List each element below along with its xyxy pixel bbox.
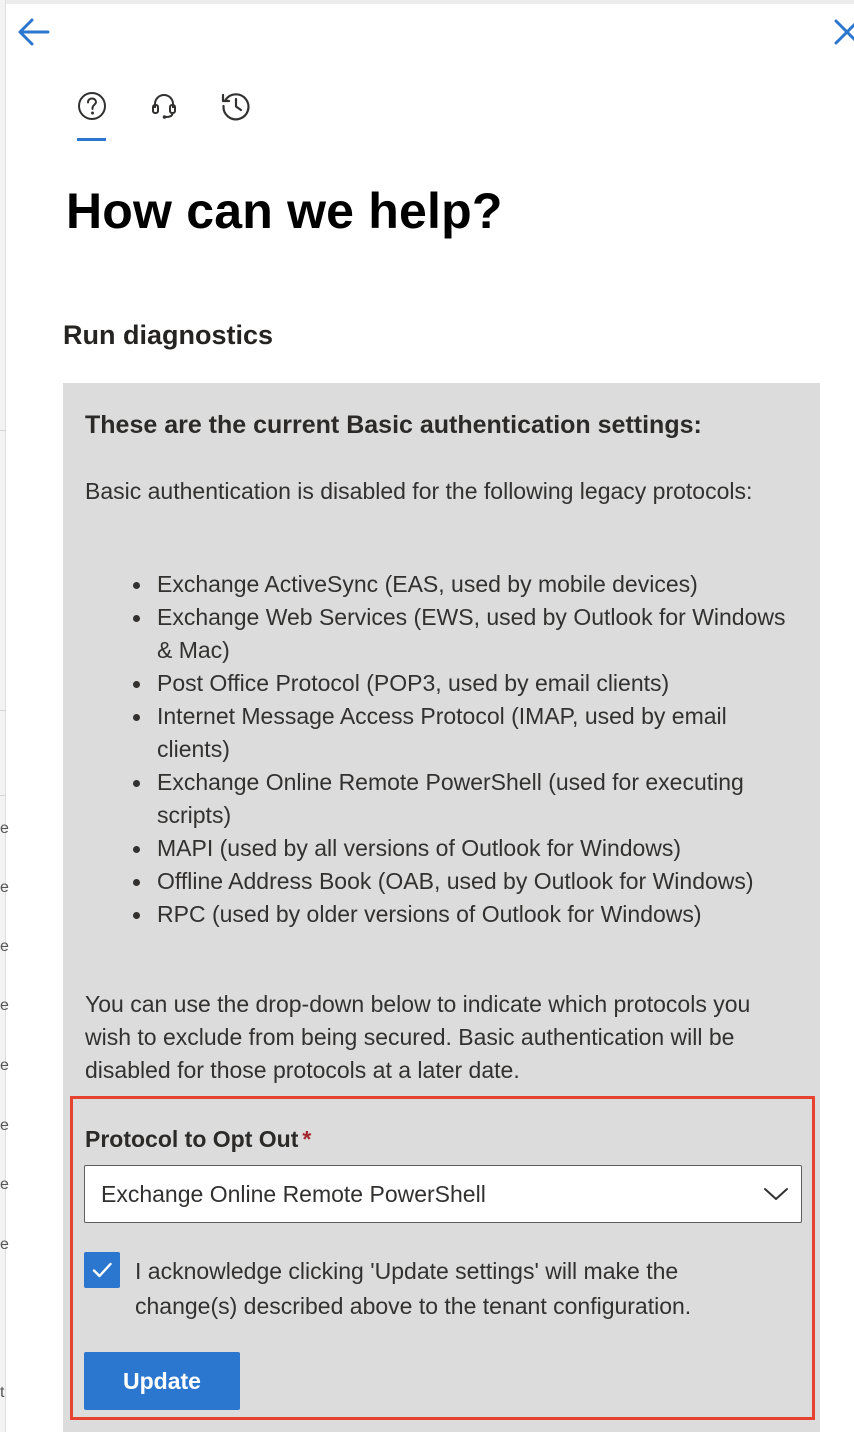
protocol-dropdown-value: Exchange Online Remote PowerShell [101,1180,486,1207]
close-button[interactable] [828,12,854,52]
help-circle-icon [78,92,106,120]
protocol-label-text: Protocol to Opt Out [85,1126,299,1152]
background-glyph: t [0,1384,5,1401]
protocol-dropdown[interactable]: Exchange Online Remote PowerShell [84,1165,802,1223]
list-item: Exchange ActiveSync (EAS, used by mobile… [85,568,795,601]
back-button[interactable] [14,12,54,52]
background-glyph: e [0,938,9,955]
diagnostics-heading: These are the current Basic authenticati… [85,411,702,439]
background-glyph: e [0,820,9,837]
background-glyph: e [0,1117,9,1134]
background-divider [0,795,6,796]
list-item: Internet Message Access Protocol (IMAP, … [85,700,795,766]
tab-help[interactable] [70,84,114,128]
acknowledge-label: I acknowledge clicking 'Update settings'… [135,1258,692,1319]
panel-top-border [6,0,854,4]
active-tab-indicator [77,138,106,141]
background-glyph: e [0,879,9,896]
diagnostics-note: You can use the drop-down below to indic… [85,991,751,1083]
background-divider [0,430,6,431]
list-item: MAPI (used by all versions of Outlook fo… [85,832,795,865]
headset-icon [152,93,176,119]
list-item: Exchange Online Remote PowerShell (used … [85,766,795,832]
section-title: Run diagnostics [63,320,274,350]
background-glyph: e [0,1236,9,1253]
tab-history[interactable] [214,84,258,128]
protocol-field-label: Protocol to Opt Out * [85,1126,311,1153]
background-glyph: e [0,997,9,1014]
list-item: RPC (used by older versions of Outlook f… [85,898,795,931]
background-divider [0,710,6,711]
diagnostics-intro: Basic authentication is disabled for the… [85,478,753,504]
background-glyph: e [0,1057,9,1074]
page-title: How can we help? [66,183,503,239]
checkmark-icon [92,1262,112,1278]
list-item: Exchange Web Services (EWS, used by Outl… [85,601,795,667]
tab-contact-support[interactable] [142,84,186,128]
arrow-left-icon [18,18,50,46]
chevron-down-icon [764,1188,788,1200]
background-page-edge: e e e e e e e e t [0,0,9,1432]
protocol-list: Exchange ActiveSync (EAS, used by mobile… [85,568,795,931]
close-icon [834,19,854,45]
history-icon [221,93,250,121]
required-marker: * [302,1126,312,1152]
list-item: Post Office Protocol (POP3, used by emai… [85,667,795,700]
list-item: Offline Address Book (OAB, used by Outlo… [85,865,795,898]
update-button[interactable]: Update [84,1352,240,1410]
background-glyph: e [0,1176,9,1193]
acknowledge-checkbox[interactable] [84,1252,120,1288]
